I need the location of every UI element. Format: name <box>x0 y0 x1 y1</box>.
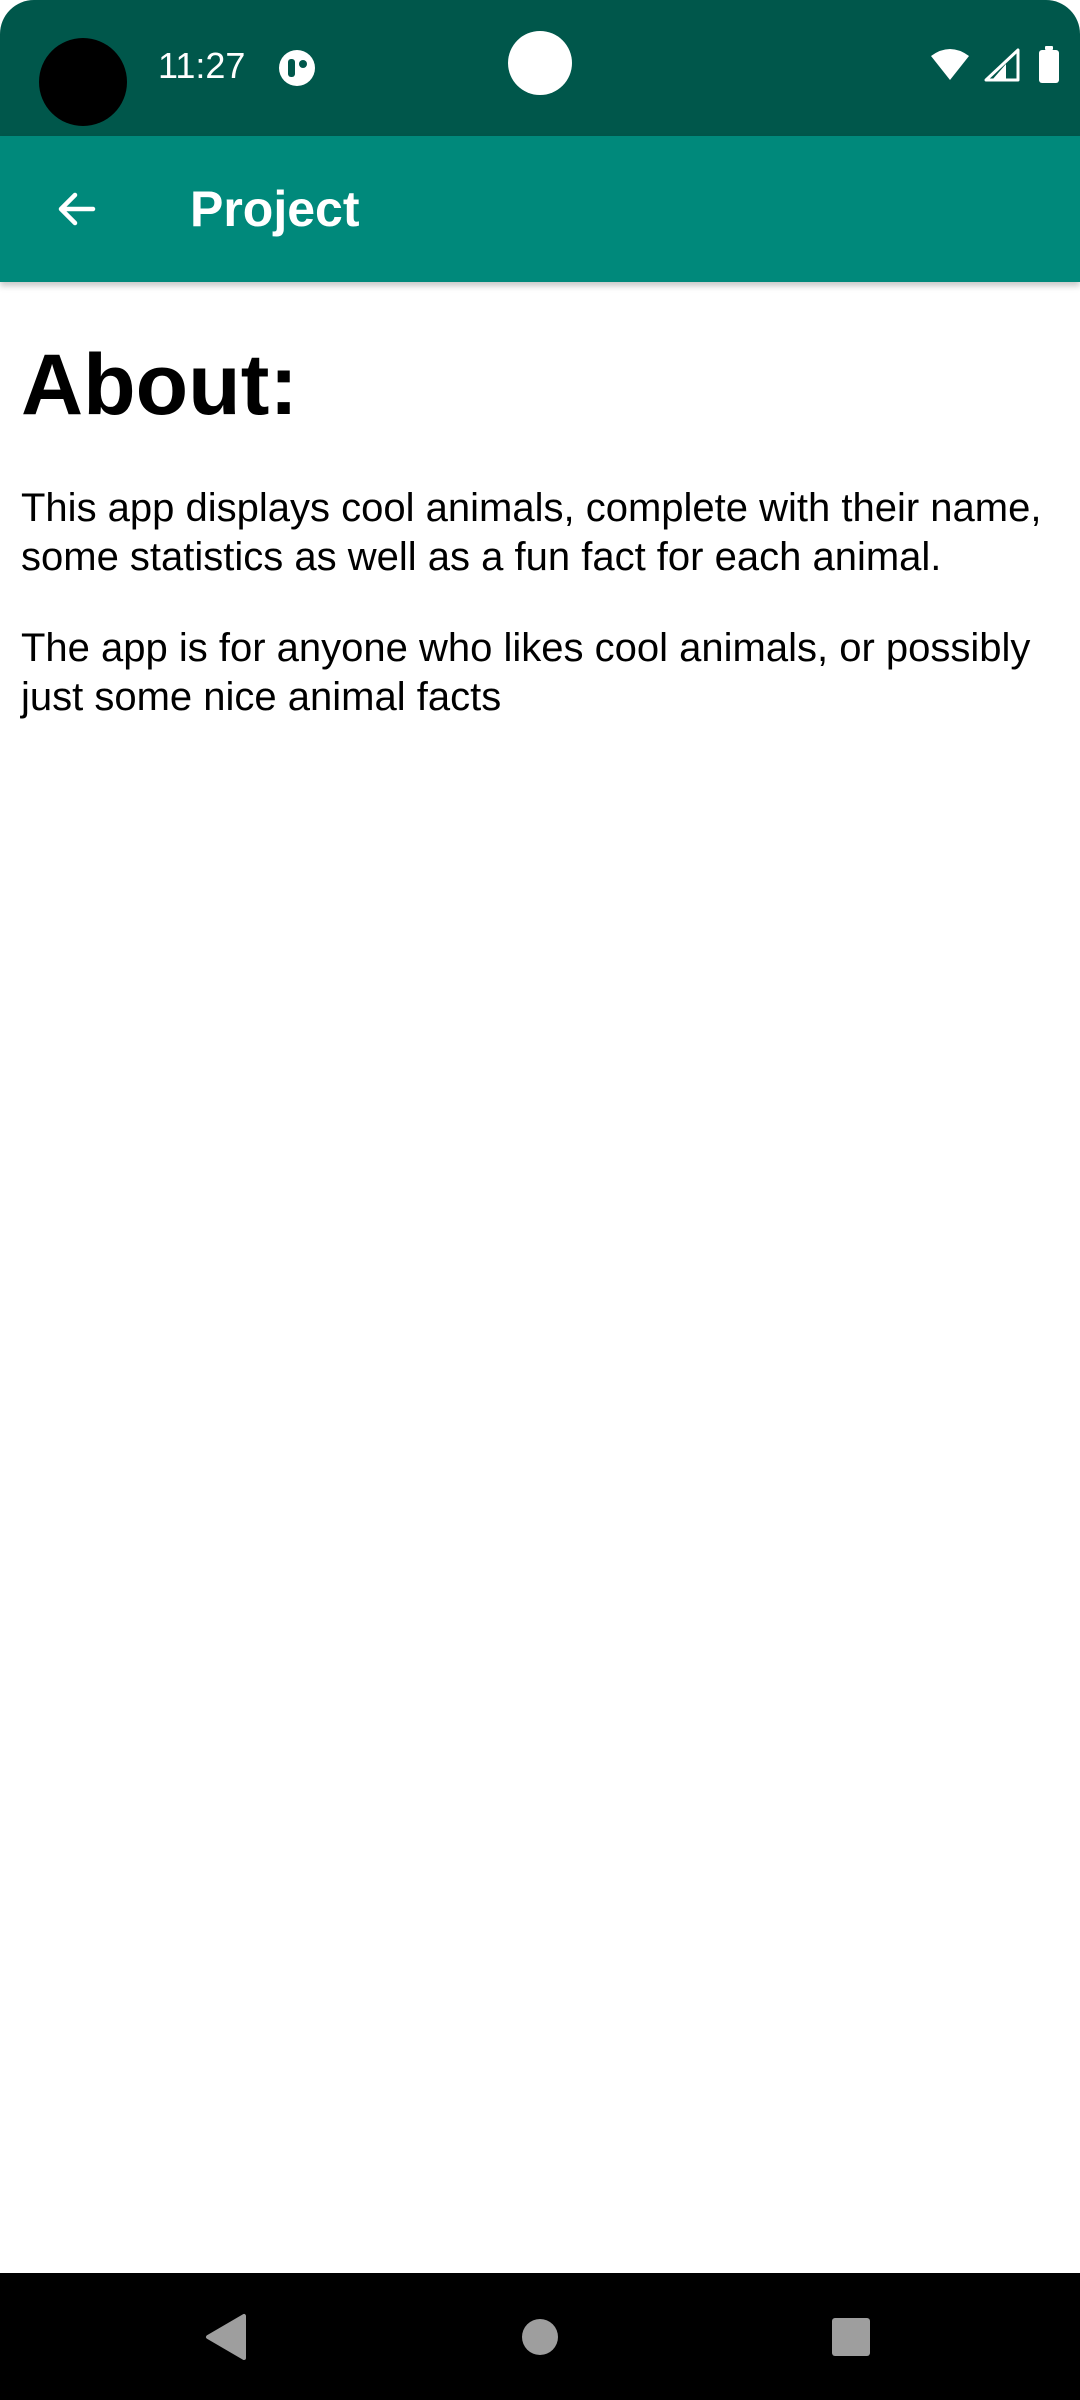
back-triangle-icon <box>206 2313 246 2360</box>
app-bar: Project <box>0 136 1080 282</box>
camera-cutout <box>39 38 127 126</box>
audience-paragraph: The app is for anyone who likes cool ani… <box>21 626 1031 719</box>
screen: 11:27 Project About: This app displays c… <box>0 0 1080 2400</box>
nav-recents-button[interactable] <box>781 2273 921 2400</box>
nav-back-button[interactable] <box>156 2273 296 2400</box>
system-nav-bar <box>0 2273 1080 2400</box>
status-time: 11:27 <box>158 45 246 86</box>
cell-signal-icon <box>984 48 1020 82</box>
back-button[interactable] <box>30 164 120 254</box>
status-bar: 11:27 <box>0 0 1080 136</box>
nav-home-button[interactable] <box>470 2273 610 2400</box>
home-circle-icon <box>522 2318 558 2355</box>
about-content: About: This app displays cool animals, c… <box>21 330 1051 722</box>
battery-icon <box>1039 46 1059 83</box>
recents-square-icon <box>832 2317 870 2356</box>
app-notification-icon <box>279 50 315 86</box>
front-sensor <box>508 31 572 95</box>
description-paragraph: This app displays cool animals, complete… <box>21 486 1042 579</box>
arrow-back-icon <box>58 192 96 226</box>
wifi-icon <box>931 49 969 80</box>
about-heading: About: <box>21 337 298 433</box>
app-title: Project <box>190 181 360 237</box>
